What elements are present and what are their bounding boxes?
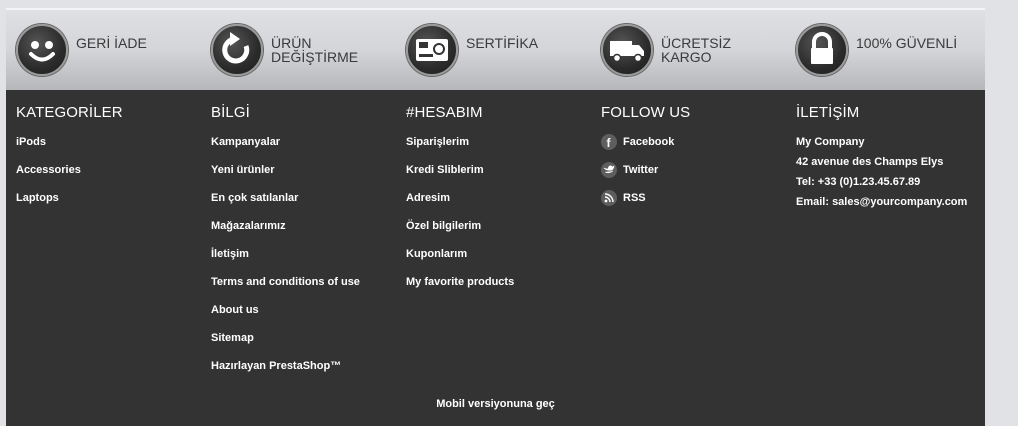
footer-account: #HESABIM Siparişlerim Kredi Sliblerim Ad… bbox=[406, 104, 514, 303]
certificate-card-icon bbox=[406, 24, 458, 76]
footer-link[interactable]: Kredi Sliblerim bbox=[406, 163, 514, 191]
footer-link[interactable]: Adresim bbox=[406, 191, 514, 219]
site-footer: KATEGORİLER iPods Accessories Laptops Bİ… bbox=[6, 90, 985, 426]
refresh-icon bbox=[211, 24, 263, 76]
footer-link[interactable]: My favorite products bbox=[406, 275, 514, 303]
footer-contact: İLETİŞİM My Company 42 avenue des Champs… bbox=[796, 104, 967, 215]
reassurance-label: 100% GÜVENLİ bbox=[856, 35, 958, 51]
footer-categories: KATEGORİLER iPods Accessories Laptops bbox=[16, 104, 123, 219]
footer-heading: İLETİŞİM bbox=[796, 104, 860, 121]
footer-heading: BİLGİ bbox=[211, 104, 250, 121]
social-label: Facebook bbox=[623, 136, 675, 148]
footer-link[interactable]: Accessories bbox=[16, 163, 123, 191]
social-label: RSS bbox=[623, 192, 646, 204]
footer-link[interactable]: İletişim bbox=[211, 247, 360, 275]
company-name: My Company bbox=[796, 136, 865, 148]
footer-link[interactable]: iPods bbox=[16, 135, 123, 163]
footer-link[interactable]: Laptops bbox=[16, 191, 123, 219]
reassurance-label: ÜCRETSİZ KARGO bbox=[661, 35, 731, 65]
footer-heading: FOLLOW US bbox=[601, 104, 691, 121]
footer-link[interactable]: Kampanyalar bbox=[211, 135, 360, 163]
social-link-twitter[interactable]: Twitter bbox=[601, 162, 690, 191]
reassurance-label: SERTİFİKA bbox=[466, 35, 539, 51]
reassurance-bar: GERİ İADE ÜRÜN DEĞİŞTİRME SERTİFİKA ÜCRE… bbox=[6, 10, 985, 90]
footer-heading: KATEGORİLER bbox=[16, 104, 123, 121]
social-link-facebook[interactable]: f Facebook bbox=[601, 134, 690, 163]
mobile-version-link[interactable]: Mobil versiyonuna geç bbox=[6, 398, 985, 410]
svg-text:f: f bbox=[607, 136, 612, 150]
footer-link[interactable]: Kuponlarım bbox=[406, 247, 514, 275]
footer-link[interactable]: Mağazalarımız bbox=[211, 219, 360, 247]
footer-link[interactable]: Siparişlerim bbox=[406, 135, 514, 163]
smiley-icon bbox=[16, 24, 68, 76]
footer-link[interactable]: En çok satılanlar bbox=[211, 191, 360, 219]
social-link-rss[interactable]: RSS bbox=[601, 190, 690, 219]
footer-link[interactable]: Özel bilgilerim bbox=[406, 219, 514, 247]
footer-link[interactable]: Sitemap bbox=[211, 331, 360, 359]
footer-link[interactable]: About us bbox=[211, 303, 360, 331]
facebook-icon: f bbox=[601, 134, 617, 150]
lock-icon bbox=[796, 24, 848, 76]
footer-heading: #HESABIM bbox=[406, 104, 483, 121]
reassurance-label: GERİ İADE bbox=[76, 35, 147, 51]
footer-follow: FOLLOW US f Facebook Twitter RSS bbox=[601, 104, 690, 219]
reassurance-label: ÜRÜN DEĞİŞTİRME bbox=[271, 35, 359, 65]
footer-info: BİLGİ Kampanyalar Yeni ürünler En çok sa… bbox=[211, 104, 360, 387]
footer-link[interactable]: Terms and conditions of use bbox=[211, 275, 360, 303]
footer-link[interactable]: Yeni ürünler bbox=[211, 163, 360, 191]
company-email[interactable]: Email: sales@yourcompany.com bbox=[796, 195, 967, 215]
rss-icon bbox=[601, 190, 617, 206]
footer-link[interactable]: Hazırlayan PrestaShop™ bbox=[211, 359, 360, 387]
company-phone: Tel: +33 (0)1.23.45.67.89 bbox=[796, 176, 921, 188]
social-label: Twitter bbox=[623, 164, 659, 176]
twitter-icon bbox=[601, 162, 617, 178]
company-address: 42 avenue des Champs Elys bbox=[796, 156, 944, 168]
truck-icon bbox=[601, 24, 653, 76]
